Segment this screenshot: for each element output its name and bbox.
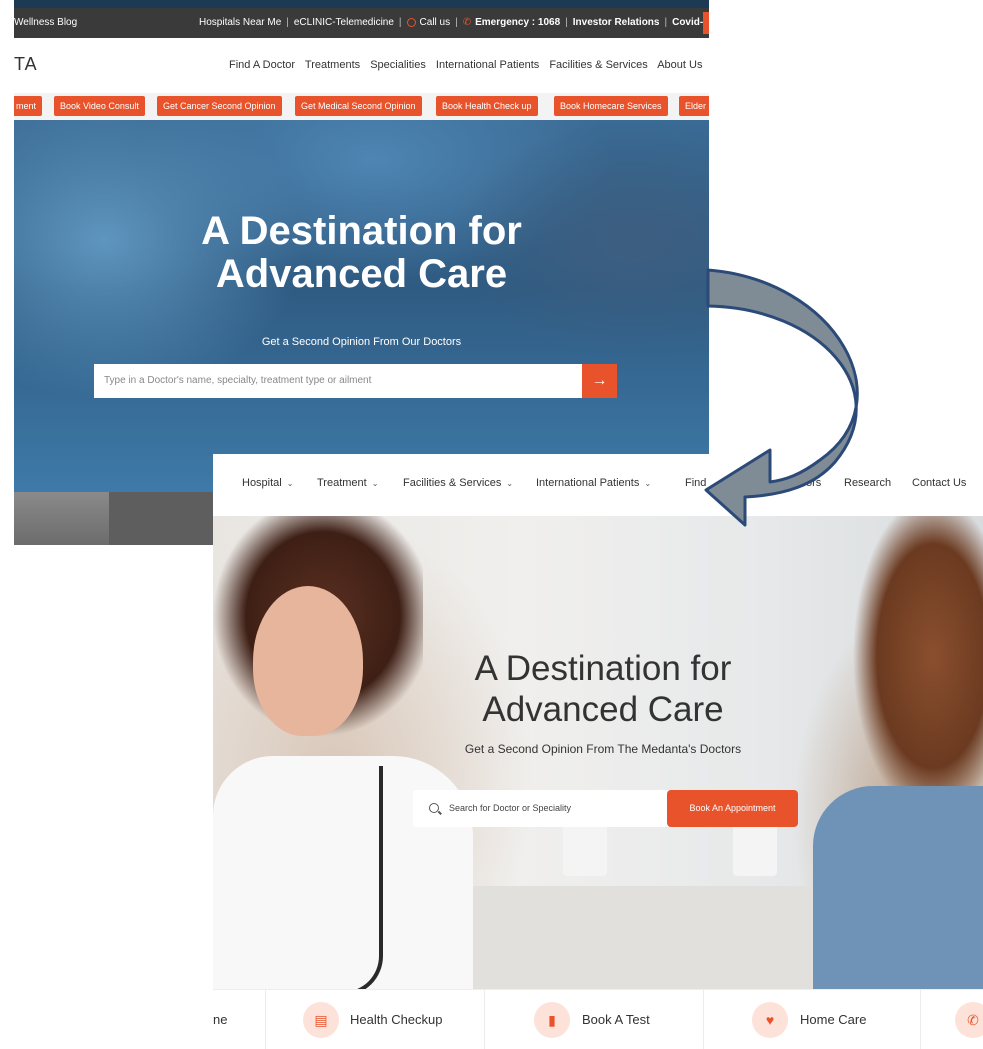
service-label: Book A Test bbox=[582, 1012, 650, 1027]
nav-treatment[interactable]: Treatment ⌄ bbox=[317, 477, 378, 489]
hero-photo-table bbox=[413, 886, 833, 996]
new-hero-title: A Destination for Advanced Care bbox=[403, 648, 803, 730]
service-health-checkup[interactable]: ▤ Health Checkup bbox=[266, 990, 484, 1049]
heart-hands-icon: ♥ bbox=[752, 1002, 788, 1038]
nav-research[interactable]: Research bbox=[844, 477, 891, 489]
nav-international-label: International Patients bbox=[536, 477, 640, 489]
wellness-blog-link[interactable]: Wellness Blog bbox=[14, 17, 77, 28]
nav-doctors-fragment[interactable]: ors bbox=[806, 477, 821, 489]
new-hero-banner: A Destination for Advanced Care Get a Se… bbox=[213, 516, 983, 996]
service-home-care[interactable]: ♥ Home Care bbox=[704, 990, 920, 1049]
new-main-nav: Hospital ⌄ Treatment ⌄ Facilities & Servic… bbox=[213, 454, 983, 516]
hero-photo-patient-shirt bbox=[813, 786, 983, 996]
nav-contact-us[interactable]: Contact Us bbox=[912, 477, 966, 489]
old-search-input[interactable]: Type in a Doctor's name, specialty, trea… bbox=[94, 364, 582, 398]
new-search-placeholder: Search for Doctor or Speciality bbox=[449, 803, 572, 813]
menu-treatments[interactable]: Treatments bbox=[305, 59, 360, 71]
menu-specialities[interactable]: Specialities bbox=[370, 59, 426, 71]
nav-hospital-label: Hospital bbox=[242, 477, 282, 489]
old-menu: Find A Doctor Treatments Specialities In… bbox=[229, 59, 709, 71]
new-search-input[interactable]: Search for Doctor or Speciality bbox=[413, 790, 669, 827]
topbar-orange-tab[interactable] bbox=[703, 12, 709, 34]
cta-elder-button[interactable]: Elder bbox=[679, 96, 709, 116]
old-topbar-links: Hospitals Near Me | eCLINIC-Telemedicine… bbox=[199, 17, 709, 28]
nav-facilities-services[interactable]: Facilities & Services ⌄ bbox=[403, 477, 513, 489]
old-main-nav: TA Find A Doctor Treatments Specialities… bbox=[14, 38, 709, 93]
old-cta-bar: ment Book Video Consult Get Cancer Secon… bbox=[14, 93, 709, 120]
divider: | bbox=[398, 17, 402, 28]
book-appointment-button[interactable]: Book An Appointment bbox=[667, 790, 798, 827]
cta-video-consult-button[interactable]: Book Video Consult bbox=[54, 96, 145, 116]
test-tube-icon: ▮ bbox=[534, 1002, 570, 1038]
cta-health-checkup-button[interactable]: Book Health Check up bbox=[436, 96, 538, 116]
divider: | bbox=[455, 17, 458, 28]
new-hero-subtitle: Get a Second Opinion From The Medanta's … bbox=[464, 742, 742, 756]
eclinic-link[interactable]: eCLINIC-Telemedicine bbox=[294, 17, 394, 28]
divider: | bbox=[286, 17, 289, 28]
menu-find-a-doctor[interactable]: Find A Doctor bbox=[229, 59, 295, 71]
chevron-down-icon: ⌄ bbox=[644, 479, 652, 488]
service-label: Health Checkup bbox=[350, 1012, 443, 1027]
menu-international-patients[interactable]: International Patients bbox=[436, 59, 539, 71]
hero-photo-doctor-face bbox=[253, 586, 363, 736]
old-hero-banner: A Destination for Advanced Care Get a Se… bbox=[14, 120, 709, 492]
new-hero-title-line1: A Destination for bbox=[474, 649, 732, 688]
nav-hospital[interactable]: Hospital ⌄ bbox=[242, 477, 293, 489]
service-call-partial[interactable]: ✆ bbox=[921, 990, 983, 1049]
new-hero-title-line2: Advanced Care bbox=[482, 690, 724, 729]
chevron-down-icon: ⌄ bbox=[371, 479, 379, 488]
services-strip: ne ▤ Health Checkup ▮ Book A Test ♥ Home… bbox=[213, 989, 983, 1049]
divider: | bbox=[565, 17, 568, 28]
old-hero-title-line1: A Destination for bbox=[201, 209, 522, 253]
service-book-a-test[interactable]: ▮ Book A Test bbox=[485, 990, 703, 1049]
chevron-down-icon: ⌄ bbox=[506, 479, 514, 488]
service-item-partial[interactable]: ne bbox=[213, 990, 265, 1049]
logo[interactable]: TA bbox=[14, 54, 38, 75]
old-hero-title: A Destination for Advanced Care bbox=[14, 210, 709, 296]
nav-international-patients[interactable]: International Patients ⌄ bbox=[536, 477, 651, 489]
menu-about-us[interactable]: About Us bbox=[657, 59, 702, 71]
cta-homecare-button[interactable]: Book Homecare Services bbox=[554, 96, 668, 116]
search-icon bbox=[429, 803, 439, 813]
phone-icon: ✆ bbox=[462, 17, 472, 28]
old-hero-subtitle: Get a Second Opinion From Our Doctors bbox=[261, 336, 462, 348]
nav-find-doctors[interactable]: Find bbox=[685, 477, 706, 489]
new-site-screenshot: Hospital ⌄ Treatment ⌄ Facilities & Servic… bbox=[213, 454, 983, 1049]
hero-photo-stethoscope bbox=[313, 766, 383, 996]
old-topbar: Wellness Blog Hospitals Near Me | eCLINI… bbox=[14, 8, 709, 38]
service-label: ne bbox=[213, 1012, 228, 1027]
phone-icon: ✆ bbox=[955, 1002, 983, 1038]
nav-treatment-label: Treatment bbox=[317, 477, 367, 489]
cta-appointment-button[interactable]: ment bbox=[14, 96, 43, 116]
hospitals-near-me-link[interactable]: Hospitals Near Me bbox=[199, 17, 281, 28]
chevron-down-icon: ⌄ bbox=[286, 479, 294, 488]
old-below-fold-block bbox=[109, 492, 219, 545]
divider: | bbox=[664, 17, 668, 28]
nav-facilities-label: Facilities & Services bbox=[403, 477, 502, 489]
call-us-link[interactable]: Call us bbox=[420, 17, 451, 28]
clipboard-icon: ▤ bbox=[303, 1002, 339, 1038]
investor-relations-link[interactable]: Investor Relations bbox=[573, 17, 660, 28]
cta-cancer-second-opinion-button[interactable]: Get Cancer Second Opinion bbox=[157, 96, 282, 116]
old-hero-title-line2: Advanced Care bbox=[215, 252, 508, 296]
menu-facilities-services[interactable]: Facilities & Services bbox=[549, 59, 647, 71]
cta-medical-second-opinion-button[interactable]: Get Medical Second Opinion bbox=[295, 96, 422, 116]
service-label: Home Care bbox=[800, 1012, 867, 1027]
hero-photo-patient-hair bbox=[843, 516, 983, 816]
no-entry-icon bbox=[406, 18, 416, 27]
arrow-right-icon[interactable]: → bbox=[582, 364, 617, 398]
emergency-link[interactable]: Emergency : 1068 bbox=[475, 17, 560, 28]
